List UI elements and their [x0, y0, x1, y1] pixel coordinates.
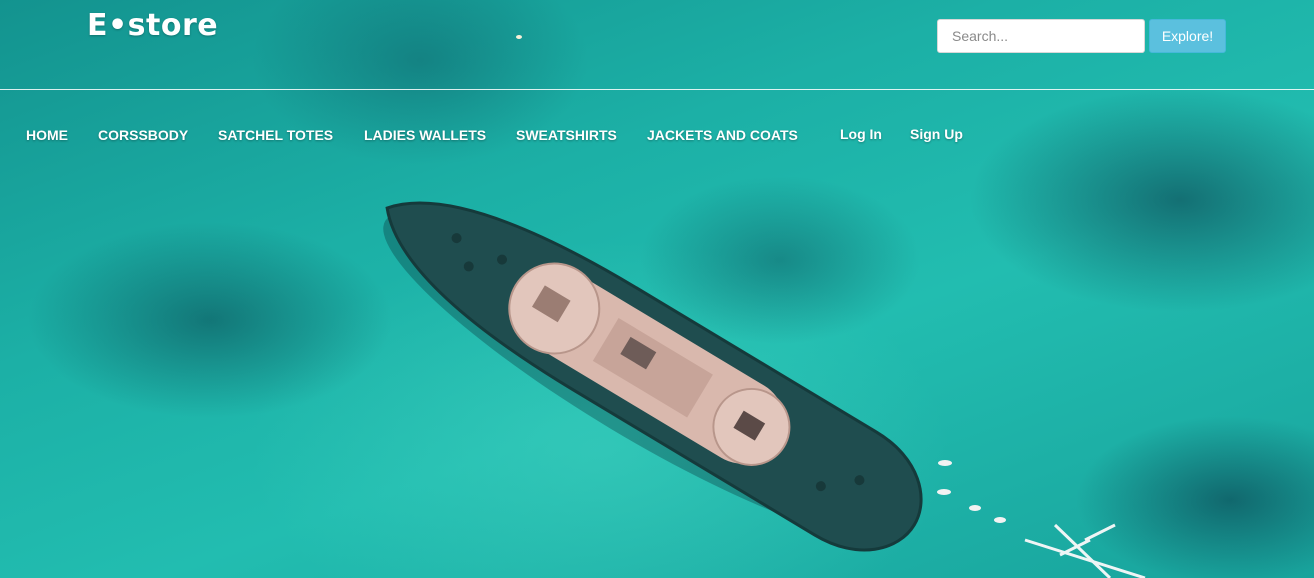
logo[interactable]: E•store	[87, 8, 218, 43]
signup-link[interactable]: Sign Up	[910, 126, 963, 142]
search-input[interactable]	[937, 19, 1145, 53]
explore-button[interactable]: Explore!	[1149, 19, 1226, 53]
nav-item-jackets-and-coats[interactable]: JACKETS AND COATS	[647, 127, 798, 143]
shipwreck-illustration	[383, 35, 1146, 578]
nav-item-crossbody[interactable]: CORSSBODY	[98, 127, 188, 143]
login-link[interactable]: Log In	[840, 126, 882, 142]
nav-item-satchel-totes[interactable]: SATCHEL TOTES	[218, 127, 333, 143]
nav-item-sweatshirts[interactable]: SWEATSHIRTS	[516, 127, 617, 143]
header-divider	[0, 89, 1314, 90]
nav-item-home[interactable]: HOME	[26, 127, 68, 143]
hero-background-image	[0, 0, 1314, 578]
nav-item-ladies-wallets[interactable]: LADIES WALLETS	[364, 127, 486, 143]
